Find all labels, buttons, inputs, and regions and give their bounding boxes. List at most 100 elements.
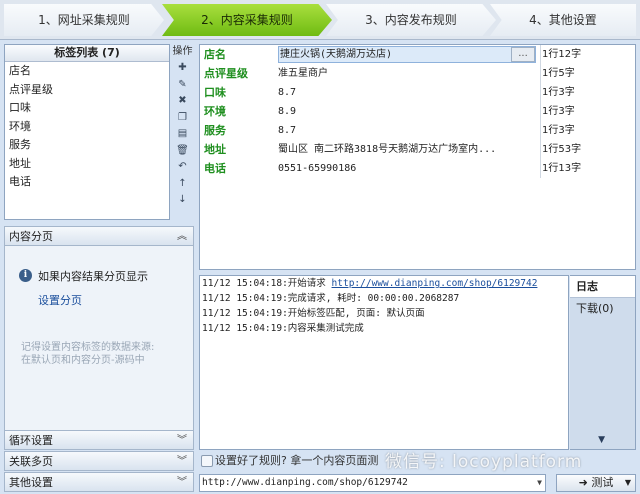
- tab-download[interactable]: 下载(0): [570, 298, 635, 320]
- step-publish-rules[interactable]: 3、内容发布规则: [326, 4, 496, 36]
- pager-note: 记得设置内容标签的数据来源: 在默认页和内容分页-源码中: [21, 342, 155, 366]
- arrow-down-icon[interactable]: ↓: [171, 192, 194, 209]
- test-button[interactable]: ➜ 测试 ▼: [556, 474, 636, 492]
- arrow-up-icon[interactable]: ↑: [171, 176, 194, 193]
- pager-section-body: i 如果内容结果分页显示 设置分页 记得设置内容标签的数据来源: 在默认页和内容…: [4, 246, 194, 430]
- grid-row[interactable]: 店名 捷庄火锅(天鹅湖万达店) ... 1行12字: [200, 45, 635, 64]
- field-value: 8.7: [278, 125, 297, 136]
- test-hint-text: 设置好了规则? 拿一个内容页面测: [215, 454, 379, 467]
- field-value: 蜀山区 南二环路3818号天鹅湖万达广场室内...: [278, 144, 497, 155]
- field-name: 口味: [204, 86, 226, 99]
- chevron-down-icon[interactable]: ︾: [177, 452, 187, 472]
- tag-list-item[interactable]: 环境: [5, 118, 169, 137]
- arrow-right-icon: ➜: [578, 476, 592, 489]
- field-name: 电话: [204, 162, 226, 175]
- log-line: 11/12 15:04:18:开始请求 http://www.dianping.…: [200, 276, 568, 291]
- tag-list-header: 标签列表 (7): [5, 45, 169, 62]
- log-line: 11/12 15:04:19:完成请求, 耗时: 00:00:00.206828…: [200, 291, 568, 306]
- test-button-label: 测试: [591, 476, 614, 489]
- loop-settings-label: 循环设置: [9, 434, 53, 447]
- pager-section-header[interactable]: 内容分页 ︽: [4, 226, 194, 246]
- field-name: 环境: [204, 105, 226, 118]
- log-time: 11/12 15:04:19:: [202, 308, 288, 319]
- grid-row[interactable]: 服务 8.7 1行3字: [200, 121, 635, 140]
- related-pages-label: 关联多页: [9, 455, 53, 468]
- pager-hint: 如果内容结果分页显示: [38, 270, 148, 283]
- operations-toolbar: 操作 ✚ ✎ ✖ ❐ ▤ 🗑 ↶ ↑ ↓: [171, 44, 194, 220]
- log-text: 开始标签匹配, 页面: 默认页面: [287, 308, 425, 319]
- tag-list-item[interactable]: 店名: [5, 62, 169, 81]
- log-text: 内容采集测试完成: [287, 323, 364, 334]
- log-text: 完成请求, 耗时: 00:00:00.2068287: [287, 293, 460, 304]
- log-line: 11/12 15:04:19:开始标签匹配, 页面: 默认页面: [200, 306, 568, 321]
- field-info: 1行3字: [540, 83, 575, 102]
- grid-row[interactable]: 点评星级 准五星商户 1行5字: [200, 64, 635, 83]
- field-name: 点评星级: [204, 67, 248, 80]
- step-other-settings[interactable]: 4、其他设置: [490, 4, 636, 36]
- other-settings-label: 其他设置: [9, 476, 53, 489]
- log-panel: 11/12 15:04:18:开始请求 http://www.dianping.…: [199, 275, 569, 450]
- tag-list-item[interactable]: 点评星级: [5, 81, 169, 100]
- tab-log[interactable]: 日志: [570, 276, 635, 298]
- undo-icon[interactable]: ↶: [171, 159, 194, 176]
- field-info: 1行53字: [540, 140, 581, 159]
- field-name: 店名: [204, 48, 226, 61]
- grid-row[interactable]: 电话 0551-65990186 1行13字: [200, 159, 635, 178]
- triangle-down-icon[interactable]: ▼: [598, 435, 605, 445]
- field-value: 8.7: [278, 87, 297, 98]
- log-tabs: 日志 下载(0) ▼: [570, 275, 636, 450]
- pager-title: 内容分页: [9, 230, 53, 243]
- field-info: 1行13字: [540, 159, 581, 178]
- grid-row[interactable]: 地址 蜀山区 南二环路3818号天鹅湖万达广场室内... 1行53字: [200, 140, 635, 159]
- field-value: 0551-65990186: [278, 163, 357, 174]
- operations-title: 操作: [172, 46, 193, 57]
- trash-icon[interactable]: 🗑: [171, 143, 194, 160]
- tag-result-grid: 店名 捷庄火锅(天鹅湖万达店) ... 1行12字 点评星级 准五星商户 1行5…: [199, 44, 636, 270]
- tag-list-item[interactable]: 地址: [5, 155, 169, 174]
- log-time: 11/12 15:04:19:: [202, 293, 288, 304]
- field-value: 8.9: [278, 106, 297, 117]
- chevron-down-icon[interactable]: ︾: [177, 473, 187, 493]
- log-text: 开始请求: [287, 278, 332, 289]
- log-time: 11/12 15:04:19:: [202, 323, 288, 334]
- field-value[interactable]: 捷庄火锅(天鹅湖万达店): [278, 46, 536, 63]
- grid-row[interactable]: 环境 8.9 1行3字: [200, 102, 635, 121]
- tag-list-item[interactable]: 电话: [5, 173, 169, 192]
- log-link[interactable]: http://www.dianping.com/shop/6129742: [332, 278, 538, 289]
- field-info: 1行3字: [540, 102, 575, 121]
- info-icon: i: [19, 269, 32, 282]
- test-hint-bar: 设置好了规则? 拿一个内容页面测: [199, 452, 636, 470]
- field-value: 准五星商户: [278, 68, 328, 79]
- field-name: 地址: [204, 143, 226, 156]
- paste-icon[interactable]: ▤: [171, 126, 194, 143]
- chevron-up-icon[interactable]: ︽: [177, 227, 187, 247]
- tag-list-panel: 标签列表 (7) 店名 点评星级 口味 环境 服务 地址 电话: [4, 44, 170, 220]
- dropdown-arrow-icon[interactable]: ▼: [537, 475, 542, 491]
- copy-icon[interactable]: ❐: [171, 110, 194, 127]
- delete-icon[interactable]: ✖: [171, 93, 194, 110]
- test-url-value: http://www.dianping.com/shop/6129742: [202, 477, 408, 488]
- field-info: 1行5字: [540, 64, 575, 83]
- log-time: 11/12 15:04:18:: [202, 278, 288, 289]
- dropdown-arrow-icon[interactable]: ▼: [625, 475, 631, 491]
- tag-list-item[interactable]: 口味: [5, 99, 169, 118]
- ellipsis-button[interactable]: ...: [511, 47, 535, 62]
- set-pagination-link[interactable]: 设置分页: [38, 292, 82, 308]
- field-info: 1行12字: [540, 45, 581, 64]
- related-pages-header[interactable]: 关联多页 ︾: [4, 451, 194, 471]
- grid-row[interactable]: 口味 8.7 1行3字: [200, 83, 635, 102]
- step-content-rules[interactable]: 2、内容采集规则: [162, 4, 332, 36]
- tag-list-item[interactable]: 服务: [5, 136, 169, 155]
- chevron-down-icon[interactable]: ︾: [177, 431, 187, 451]
- log-line: 11/12 15:04:19:内容采集测试完成: [200, 321, 568, 336]
- pencil-icon[interactable]: ✎: [171, 77, 194, 94]
- thumbs-up-icon: [201, 455, 213, 467]
- field-info: 1行3字: [540, 121, 575, 140]
- test-url-input[interactable]: http://www.dianping.com/shop/6129742 ▼: [199, 474, 546, 492]
- other-settings-header[interactable]: 其他设置 ︾: [4, 472, 194, 492]
- step-url-rules[interactable]: 1、网址采集规则: [4, 4, 164, 36]
- plus-icon[interactable]: ✚: [171, 60, 194, 77]
- loop-settings-header[interactable]: 循环设置 ︾: [4, 430, 194, 450]
- field-name: 服务: [204, 124, 226, 137]
- wizard-steps: 1、网址采集规则 2、内容采集规则 3、内容发布规则 4、其他设置: [0, 0, 640, 40]
